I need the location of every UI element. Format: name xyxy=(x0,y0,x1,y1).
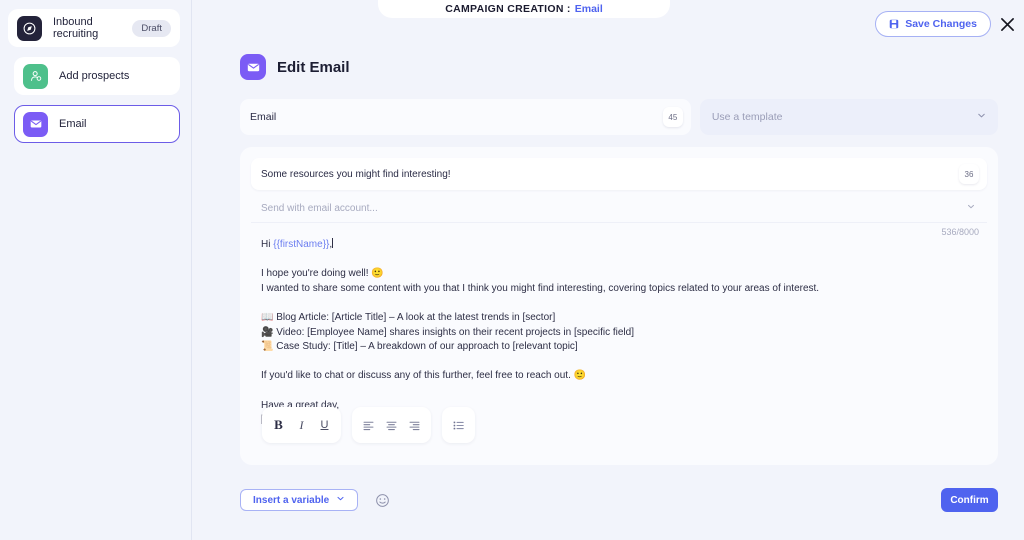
bullet-list-icon xyxy=(453,421,464,429)
underline-button[interactable]: U xyxy=(313,412,336,438)
text-style-group: B I U xyxy=(262,407,341,443)
align-center-button[interactable] xyxy=(380,412,403,438)
sidebar-item-add-prospects[interactable]: Add prospects xyxy=(14,57,180,95)
align-right-button[interactable] xyxy=(403,412,426,438)
email-account-select[interactable]: Send with email account... xyxy=(251,194,987,223)
body-bullet: 📜 Case Study: [Title] – A breakdown of o… xyxy=(261,341,578,353)
envelope-icon xyxy=(23,111,48,137)
save-icon xyxy=(889,19,899,29)
sidebar-item-inbound-recruiting[interactable]: Inbound recruiting Draft xyxy=(8,9,180,47)
subject-input[interactable]: Some resources you might find interestin… xyxy=(251,158,987,190)
bold-button[interactable]: B xyxy=(267,412,290,438)
align-center-icon xyxy=(386,421,397,430)
body-line-cta: If you'd like to chat or discuss any of … xyxy=(261,370,587,382)
bullet-list-button[interactable] xyxy=(447,412,470,438)
user-add-icon xyxy=(23,63,48,89)
formatting-toolbar: B I U xyxy=(262,407,475,443)
main-content: Edit Email Email 45 Use a template Some … xyxy=(193,0,1024,540)
page-title: Edit Email xyxy=(277,58,350,76)
email-account-placeholder: Send with email account... xyxy=(261,202,378,214)
align-left-icon xyxy=(363,421,374,430)
insert-variable-label: Insert a variable xyxy=(253,494,330,506)
subject-value: Some resources you might find interestin… xyxy=(261,168,451,180)
sidebar-item-label: Email xyxy=(59,118,87,130)
close-icon xyxy=(1000,17,1014,31)
campaign-steps-sidebar: Inbound recruiting Draft Add prospects E… xyxy=(0,0,192,540)
confirm-label: Confirm xyxy=(950,494,989,506)
banner-value: Email xyxy=(574,3,603,15)
emoji-icon xyxy=(375,493,389,507)
editor-footer: Insert a variable Confirm xyxy=(240,488,998,512)
sidebar-item-email[interactable]: Email xyxy=(14,105,180,143)
list-group xyxy=(442,407,475,443)
email-name-value: Email xyxy=(250,111,277,123)
body-bullet: 📖 Blog Article: [Article Title] – A look… xyxy=(261,311,556,323)
body-greeting: Hi {{firstName}}, xyxy=(261,238,977,253)
chevron-down-icon xyxy=(976,110,987,124)
email-name-input[interactable]: Email 45 xyxy=(240,99,691,135)
email-editor-card: Some resources you might find interestin… xyxy=(240,147,998,465)
sidebar-item-label: Inbound recruiting xyxy=(53,16,99,40)
chevron-down-icon xyxy=(966,202,976,215)
emoji-picker-button[interactable] xyxy=(373,491,391,509)
close-button[interactable] xyxy=(996,13,1018,35)
save-changes-button[interactable]: Save Changes xyxy=(875,11,991,37)
top-fields-row: Email 45 Use a template xyxy=(240,99,998,135)
insert-variable-button[interactable]: Insert a variable xyxy=(240,489,359,511)
text-align-group xyxy=(352,407,431,443)
template-placeholder: Use a template xyxy=(711,111,783,123)
email-body-editor[interactable]: Hi {{firstName}}, I hope you're doing we… xyxy=(251,237,987,428)
sidebar-item-label: Add prospects xyxy=(59,70,130,82)
campaign-creation-banner: CAMPAIGN CREATION : Email xyxy=(378,0,670,18)
template-select[interactable]: Use a template xyxy=(699,99,998,135)
chevron-down-icon xyxy=(336,494,345,506)
confirm-button[interactable]: Confirm xyxy=(941,488,998,512)
italic-button[interactable]: I xyxy=(290,412,313,438)
text-caret xyxy=(332,238,334,248)
align-right-icon xyxy=(409,421,420,430)
status-badge: Draft xyxy=(132,19,171,37)
subject-char-count: 36 xyxy=(959,164,979,184)
body-bullet: 🎥 Video: [Employee Name] shares insights… xyxy=(261,326,634,338)
greeting-prefix: Hi xyxy=(261,239,274,250)
body-line-intro: I wanted to share some content with you … xyxy=(261,282,820,294)
compass-icon xyxy=(17,15,42,41)
body-line-hope: I hope you're doing well! 🙂 xyxy=(261,268,384,280)
banner-label: CAMPAIGN CREATION : xyxy=(445,3,571,15)
envelope-icon xyxy=(240,54,266,80)
body-char-counter: 536/8000 xyxy=(941,227,979,237)
greeting-variable: {{firstName}} xyxy=(273,239,330,250)
align-left-button[interactable] xyxy=(357,412,380,438)
email-name-char-count: 45 xyxy=(662,107,683,127)
save-changes-label: Save Changes xyxy=(905,18,977,30)
page-header: Edit Email xyxy=(240,54,998,80)
